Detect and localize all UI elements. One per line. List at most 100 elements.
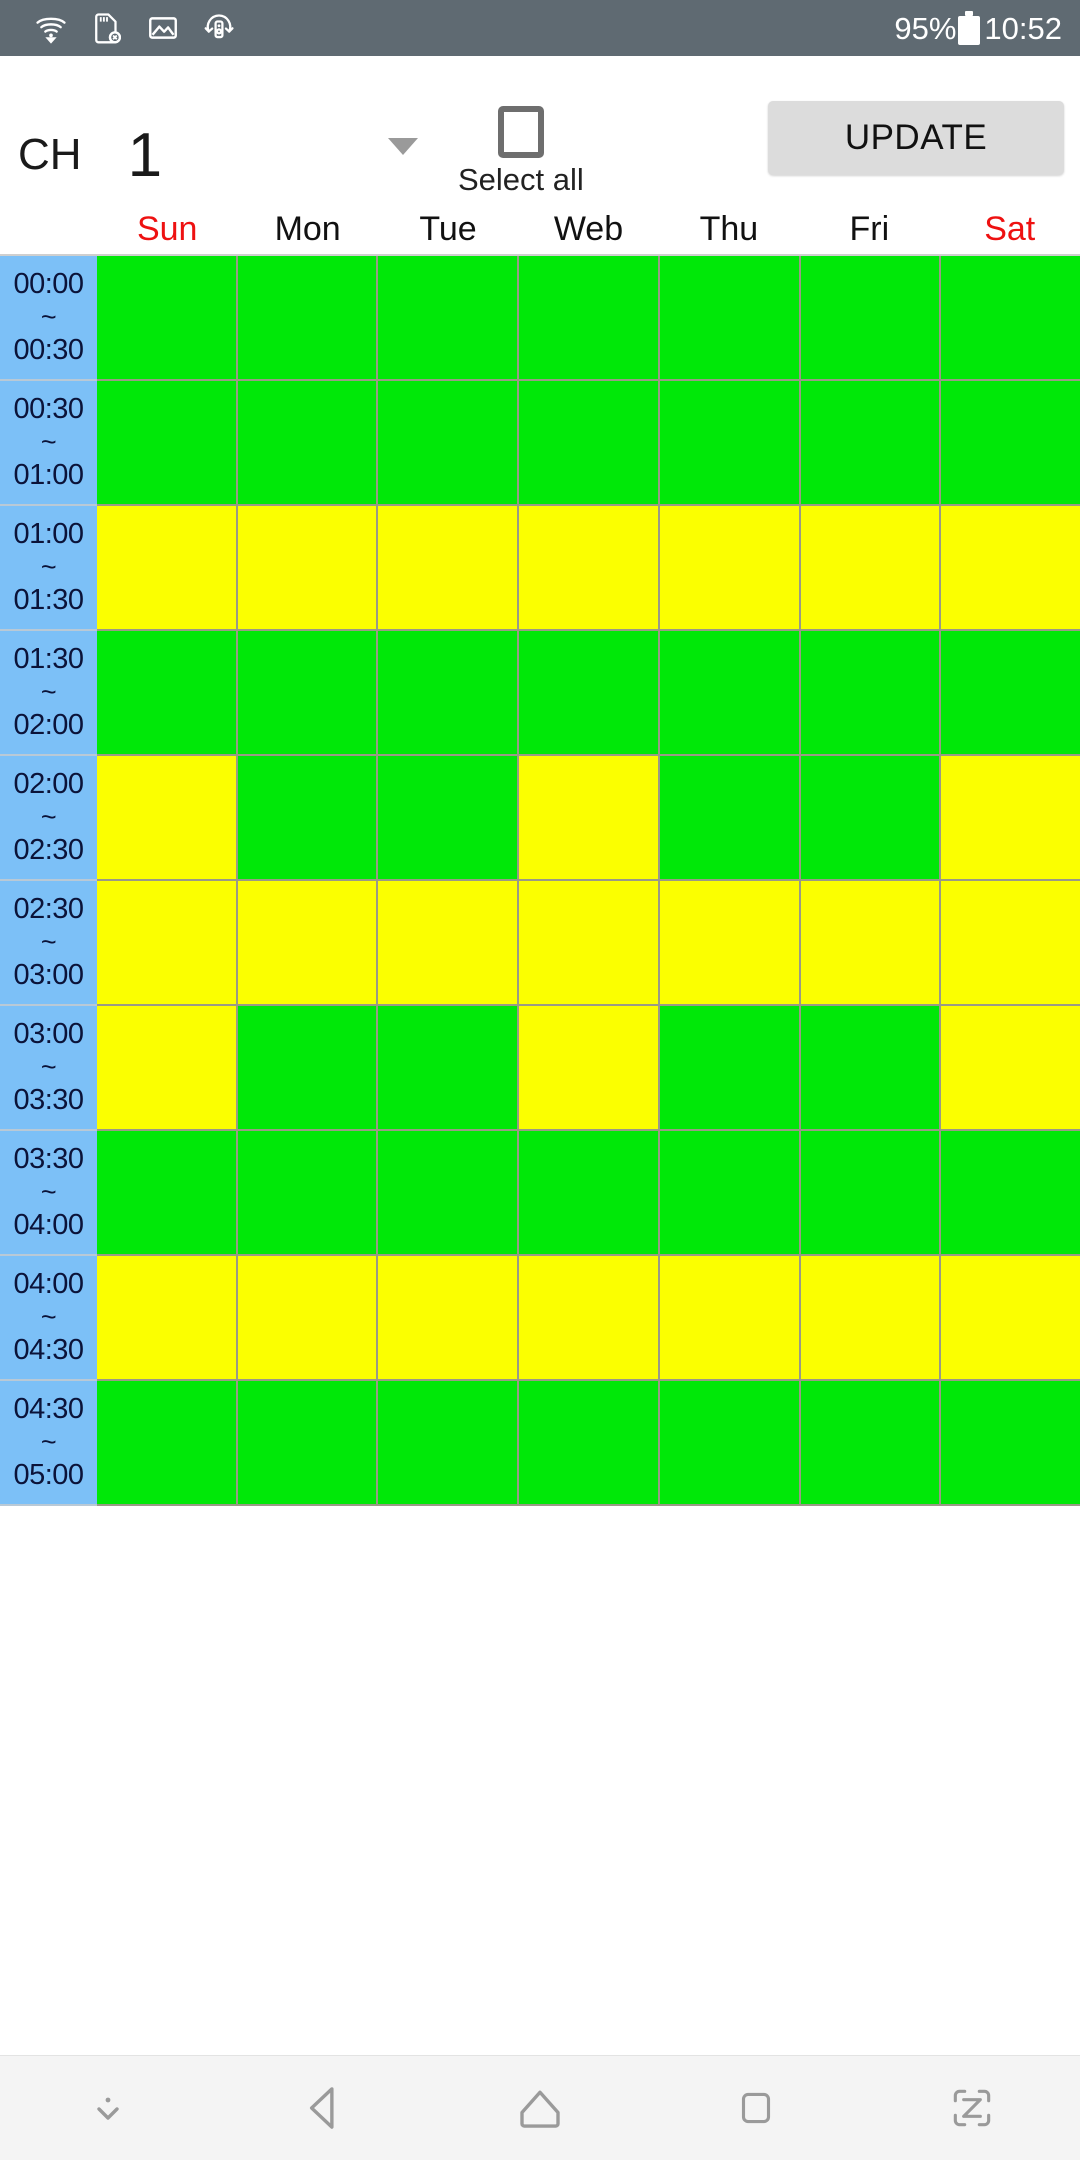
- schedule-cell-fri-0000[interactable]: [800, 256, 942, 381]
- recents-icon[interactable]: [725, 2077, 787, 2139]
- time-separator: ~: [40, 926, 57, 957]
- gallery-icon: [146, 11, 180, 45]
- schedule-cell-web-0230[interactable]: [519, 881, 660, 1006]
- schedule-cell-thu-0000[interactable]: [659, 256, 801, 381]
- schedule-cell-fri-0130[interactable]: [800, 631, 942, 756]
- time-range-label: 04:00 ~04:30: [0, 1256, 97, 1381]
- schedule-cell-sun-0130[interactable]: [97, 631, 238, 756]
- schedule-cell-sat-0000[interactable]: [941, 256, 1080, 381]
- day-header-web[interactable]: Web: [518, 203, 658, 254]
- schedule-cell-web-0430[interactable]: [519, 1381, 660, 1506]
- day-header-sun[interactable]: Sun: [97, 203, 237, 254]
- schedule-cell-mon-0300[interactable]: [237, 1006, 379, 1131]
- schedule-cell-sat-0400[interactable]: [941, 1256, 1080, 1381]
- schedule-cell-tue-0230[interactable]: [378, 881, 520, 1006]
- schedule-cell-sun-0400[interactable]: [97, 1256, 238, 1381]
- schedule-cell-thu-0030[interactable]: [659, 381, 801, 506]
- schedule-cell-thu-0130[interactable]: [659, 631, 801, 756]
- time-end: 05:00: [13, 1459, 84, 1492]
- home-icon[interactable]: [509, 2077, 571, 2139]
- schedule-cell-sat-0230[interactable]: [941, 881, 1080, 1006]
- schedule-cell-thu-0100[interactable]: [659, 506, 801, 631]
- schedule-cell-web-0100[interactable]: [519, 506, 660, 631]
- schedule-cell-sat-0300[interactable]: [941, 1006, 1080, 1131]
- schedule-cell-web-0400[interactable]: [519, 1256, 660, 1381]
- schedule-cell-sat-0100[interactable]: [941, 506, 1080, 631]
- schedule-cell-sun-0000[interactable]: [97, 256, 238, 381]
- day-header-mon[interactable]: Mon: [237, 203, 377, 254]
- day-header-thu[interactable]: Thu: [659, 203, 799, 254]
- time-separator: ~: [40, 551, 57, 582]
- schedule-cell-thu-0330[interactable]: [659, 1131, 801, 1256]
- schedule-cell-thu-0300[interactable]: [659, 1006, 801, 1131]
- time-end: 04:30: [13, 1334, 84, 1367]
- schedule-cell-mon-0130[interactable]: [237, 631, 379, 756]
- schedule-cell-sun-0230[interactable]: [97, 881, 238, 1006]
- schedule-cell-sat-0030[interactable]: [941, 381, 1080, 506]
- schedule-cell-web-0330[interactable]: [519, 1131, 660, 1256]
- schedule-row: 00:00 ~00:30: [0, 256, 1080, 381]
- schedule-cell-fri-0330[interactable]: [800, 1131, 942, 1256]
- day-header-tue[interactable]: Tue: [378, 203, 518, 254]
- schedule-cell-thu-0230[interactable]: [659, 881, 801, 1006]
- time-range-label: 03:00 ~03:30: [0, 1006, 97, 1131]
- schedule-cell-fri-0230[interactable]: [800, 881, 942, 1006]
- schedule-cell-web-0200[interactable]: [519, 756, 660, 881]
- schedule-cell-fri-0030[interactable]: [800, 381, 942, 506]
- day-header-sat[interactable]: Sat: [940, 203, 1080, 254]
- schedule-cell-tue-0330[interactable]: [378, 1131, 520, 1256]
- schedule-cell-sun-0100[interactable]: [97, 506, 238, 631]
- time-range-label: 02:00 ~02:30: [0, 756, 97, 881]
- fullscreen-icon[interactable]: [941, 2077, 1003, 2139]
- schedule-cell-web-0300[interactable]: [519, 1006, 660, 1131]
- schedule-cell-sun-0200[interactable]: [97, 756, 238, 881]
- schedule-cell-web-0030[interactable]: [519, 381, 660, 506]
- schedule-cell-web-0130[interactable]: [519, 631, 660, 756]
- schedule-cell-tue-0430[interactable]: [378, 1381, 520, 1506]
- time-end: 02:00: [13, 709, 84, 742]
- schedule-cell-mon-0430[interactable]: [237, 1381, 379, 1506]
- schedule-cell-sat-0330[interactable]: [941, 1131, 1080, 1256]
- schedule-cell-sun-0030[interactable]: [97, 381, 238, 506]
- schedule-cell-thu-0400[interactable]: [659, 1256, 801, 1381]
- schedule-cell-tue-0400[interactable]: [378, 1256, 520, 1381]
- schedule-cell-tue-0000[interactable]: [378, 256, 520, 381]
- schedule-cell-mon-0200[interactable]: [237, 756, 379, 881]
- time-end: 02:30: [13, 834, 84, 867]
- schedule-cell-sun-0330[interactable]: [97, 1131, 238, 1256]
- select-all-checkbox[interactable]: [497, 106, 544, 158]
- schedule-cell-mon-0400[interactable]: [237, 1256, 379, 1381]
- schedule-cell-fri-0400[interactable]: [800, 1256, 942, 1381]
- back-icon[interactable]: [293, 2077, 355, 2139]
- day-header-fri[interactable]: Fri: [799, 203, 939, 254]
- chevron-down-icon[interactable]: [388, 138, 418, 155]
- schedule-cell-web-0000[interactable]: [519, 256, 660, 381]
- schedule-cell-thu-0430[interactable]: [659, 1381, 801, 1506]
- schedule-cell-sat-0430[interactable]: [941, 1381, 1080, 1506]
- channel-value[interactable]: 1: [128, 125, 162, 187]
- hide-navbar-icon[interactable]: [77, 2077, 139, 2139]
- schedule-cell-tue-0300[interactable]: [378, 1006, 520, 1131]
- schedule-cell-mon-0000[interactable]: [237, 256, 379, 381]
- schedule-cell-sun-0300[interactable]: [97, 1006, 238, 1131]
- schedule-cell-mon-0330[interactable]: [237, 1131, 379, 1256]
- schedule-cell-sat-0130[interactable]: [941, 631, 1080, 756]
- schedule-cell-tue-0030[interactable]: [378, 381, 520, 506]
- schedule-cell-mon-0030[interactable]: [237, 381, 379, 506]
- schedule-cell-mon-0230[interactable]: [237, 881, 379, 1006]
- schedule-cell-sun-0430[interactable]: [97, 1381, 238, 1506]
- schedule-cell-sat-0200[interactable]: [941, 756, 1080, 881]
- time-start: 03:30: [13, 1142, 84, 1175]
- schedule-cell-fri-0100[interactable]: [800, 506, 942, 631]
- schedule-cell-mon-0100[interactable]: [237, 506, 379, 631]
- update-button[interactable]: UPDATE: [768, 101, 1064, 175]
- schedule-cell-tue-0200[interactable]: [378, 756, 520, 881]
- schedule-cell-fri-0300[interactable]: [800, 1006, 942, 1131]
- schedule-cell-tue-0130[interactable]: [378, 631, 520, 756]
- schedule-cell-fri-0200[interactable]: [800, 756, 942, 881]
- schedule-cell-tue-0100[interactable]: [378, 506, 520, 631]
- schedule-row: 00:30 ~01:00: [0, 381, 1080, 506]
- schedule-cell-fri-0430[interactable]: [800, 1381, 942, 1506]
- schedule-cell-thu-0200[interactable]: [659, 756, 801, 881]
- select-all-control[interactable]: Select all: [458, 106, 584, 195]
